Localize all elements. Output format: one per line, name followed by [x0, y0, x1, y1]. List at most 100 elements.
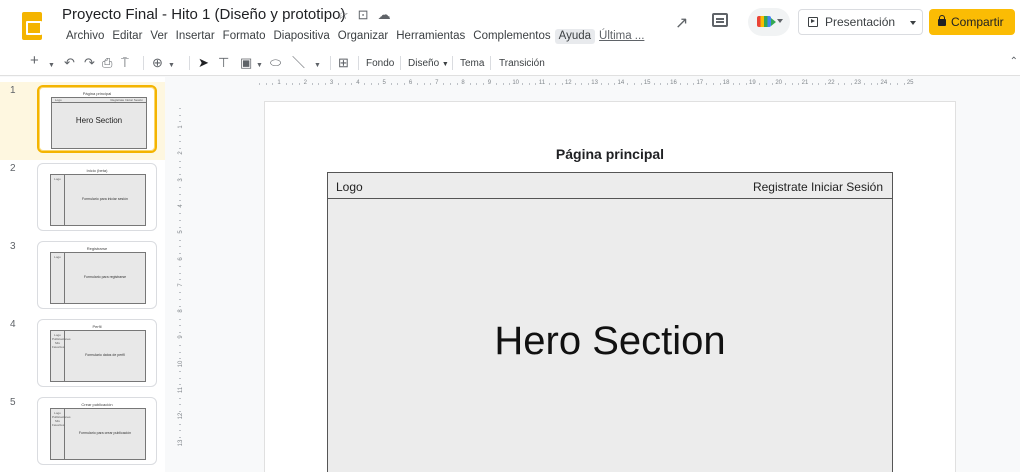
menu-herramientas[interactable]: Herramientas [392, 29, 469, 44]
zoom-icon[interactable]: ⊕ [152, 55, 163, 71]
comment-add-icon[interactable]: ⊞ [338, 55, 349, 71]
toolbar: + ▼ ↶ ↷ ⎙ ⍑ ⊕ ▼ ➤ ⊤ ▣ ▼ ⬭ ＼ ▼ ⊞ Fondo Di… [0, 50, 1020, 76]
ruler-tick [179, 147, 181, 149]
new-slide-plus-icon[interactable]: + [30, 53, 39, 69]
star-icon[interactable]: ☆ [337, 7, 349, 23]
move-folder-icon[interactable]: ⊡ [358, 7, 369, 23]
wireframe-page[interactable]: Logo Registrate Iniciar Sesión Hero Sect… [327, 172, 893, 472]
paint-format-icon[interactable]: ⍑ [121, 55, 129, 71]
ruler-number: 9 [178, 335, 184, 340]
ruler-tick [179, 239, 181, 241]
line-dropdown-icon[interactable]: ▼ [314, 55, 321, 71]
ruler-tick [601, 83, 603, 85]
ruler-tick [772, 83, 774, 85]
cloud-status-icon[interactable]: ☁ [378, 7, 391, 23]
vertical-ruler[interactable]: 1 2 3 4 5 6 7 8 9 10 11 12 13 [175, 100, 185, 472]
slide-thumbnail-5[interactable]: Crear publicación Logo Publicaciones Mis… [37, 397, 157, 465]
ruler-tick [837, 83, 839, 85]
ruler-tick [179, 397, 181, 399]
theme-button[interactable]: Tema [460, 56, 484, 72]
slide-thumbnail-4[interactable]: Perfil Logo Publicaciones Mis Favoritos … [37, 319, 157, 387]
share-button[interactable]: Compartir [929, 9, 1015, 35]
menu-formato[interactable]: Formato [219, 29, 270, 44]
meet-camera-icon [757, 16, 776, 27]
shape-icon[interactable]: ⬭ [270, 55, 281, 71]
wireframe-navbar[interactable]: Logo Registrate Iniciar Sesión [328, 173, 892, 199]
ruler-tick [179, 108, 181, 110]
redo-icon[interactable]: ↷ [84, 55, 95, 71]
collapse-menus-icon[interactable]: ⌃ [1010, 56, 1018, 67]
horizontal-ruler[interactable]: 1 2 3 4 5 6 7 8 9 10 11 12 13 14 15 16 17 18 19 20 21 22 23 24 2… [259, 79, 955, 89]
ruler-tick [179, 272, 181, 274]
ruler-number: 15 [643, 80, 651, 86]
ruler-tick [443, 83, 445, 85]
ruler-number: 14 [617, 80, 625, 86]
menu-complementos[interactable]: Complementos [469, 29, 554, 44]
menu-editar[interactable]: Editar [108, 29, 146, 44]
activity-dashboard-icon[interactable]: ↗ [675, 13, 688, 33]
menu-archivo[interactable]: Archivo [62, 29, 108, 44]
present-options-button[interactable] [905, 9, 923, 35]
menu-insertar[interactable]: Insertar [172, 29, 219, 44]
thumb-sidebar: Logo Publicaciones Mis Favoritos [51, 331, 71, 381]
thumb-body: Formulario para crear publicación [78, 431, 132, 435]
slide-title[interactable]: Página principal [265, 146, 955, 162]
ruler-tick [338, 83, 340, 85]
image-dropdown-icon[interactable]: ▼ [256, 55, 263, 71]
transition-button[interactable]: Transición [499, 56, 545, 72]
ruler-tick [179, 279, 181, 281]
meet-button[interactable] [748, 8, 790, 36]
ruler-number: 5 [178, 230, 184, 234]
thumb-sidebar: Logo [51, 253, 65, 303]
wireframe-logo[interactable]: Logo [336, 180, 363, 194]
comments-icon[interactable] [712, 13, 728, 27]
new-slide-dropdown-icon[interactable]: ▼ [48, 55, 55, 71]
ruler-tick [179, 331, 181, 333]
ruler-tick [890, 83, 892, 85]
ruler-tick [179, 358, 181, 360]
background-button[interactable]: Fondo [366, 56, 394, 72]
image-icon[interactable]: ▣ [240, 55, 252, 71]
select-cursor-icon[interactable]: ➤ [198, 55, 209, 71]
slide-thumbnail-2[interactable]: Inicio (beta) Logo Formulario para inici… [37, 163, 157, 231]
document-title[interactable]: Proyecto Final - Hito 1 (Diseño y protot… [62, 6, 345, 23]
ruler-number: 8 [178, 309, 184, 313]
slides-logo-icon[interactable] [22, 12, 42, 40]
ruler-tick [272, 83, 274, 85]
present-button[interactable]: Presentación [798, 9, 906, 35]
print-icon[interactable]: ⎙ [102, 55, 112, 71]
menu-ayuda[interactable]: Ayuda [554, 29, 596, 44]
ruler-tick [666, 83, 668, 85]
ruler-tick [179, 187, 181, 189]
menu-ver[interactable]: Ver [146, 29, 171, 44]
line-icon[interactable]: ＼ [292, 55, 305, 71]
menu-organizar[interactable]: Organizar [334, 29, 393, 44]
wireframe-nav-links[interactable]: Registrate Iniciar Sesión [753, 180, 883, 194]
undo-icon[interactable]: ↶ [64, 55, 75, 71]
ruler-tick [403, 83, 405, 85]
ruler-tick [179, 174, 181, 176]
thumb-title: Perfil [92, 324, 102, 329]
slide-canvas[interactable]: Página principal Logo Registrate Iniciar… [265, 102, 955, 472]
hero-section-text[interactable]: Hero Section [328, 319, 892, 364]
zoom-dropdown-icon[interactable]: ▼ [168, 55, 175, 71]
thumb-wireframe: Logo Formulario para registrarse [50, 252, 146, 304]
slide-thumbnail-1[interactable]: Página principal Logo Registrate Iniciar… [37, 85, 157, 153]
last-edit-link[interactable]: Última ... [595, 29, 648, 44]
layout-button[interactable]: Diseño ▼ [408, 56, 449, 72]
text-box-icon[interactable]: ⊤ [218, 55, 229, 71]
ruler-number: 24 [880, 80, 888, 86]
ruler-tick [653, 83, 655, 85]
slide-thumbnail-3[interactable]: Registrarse Logo Formulario para registr… [37, 241, 157, 309]
ruler-tick [785, 83, 787, 85]
thumb-nav-links: Registrate Iniciar Sesión [110, 98, 143, 102]
ruler-tick [179, 246, 181, 248]
ruler-tick [851, 83, 853, 85]
menu-diapositiva[interactable]: Diapositiva [270, 29, 334, 44]
ruler-tick [179, 200, 181, 202]
ruler-tick [660, 83, 662, 85]
ruler-tick [179, 430, 181, 432]
ruler-number: 1 [178, 125, 184, 129]
ruler-number: 25 [906, 80, 914, 86]
ruler-tick [179, 226, 181, 228]
